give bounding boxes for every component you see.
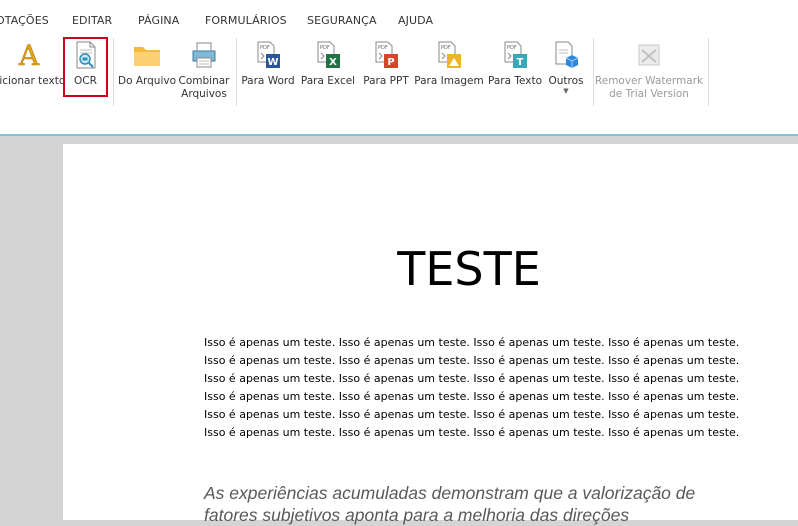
remove-watermark-line1: Remover Watermark: [594, 75, 704, 87]
ribbon-divider: [0, 134, 798, 136]
combine-files-button[interactable]: Combinar Arquivos: [178, 38, 230, 104]
quote-line: As experiências acumuladas demonstram qu…: [204, 483, 696, 503]
from-file-label: Do Arquivo: [117, 75, 177, 87]
svg-text:PDF: PDF: [378, 45, 388, 51]
paragraph-line: Isso é apenas um teste. Isso é apenas um…: [204, 354, 740, 367]
to-image-button[interactable]: PDF Para Imagem: [414, 38, 484, 104]
printer-icon: [190, 40, 218, 70]
menu-bar: OTAÇÕES EDITAR PÁGINA FORMULÁRIOS SEGURA…: [0, 0, 798, 36]
ribbon-separator: [708, 38, 709, 106]
svg-text:PDF: PDF: [260, 45, 270, 51]
paragraph-line: Isso é apenas um teste. Isso é apenas um…: [204, 372, 740, 385]
add-text-label: dicionar texto: [0, 75, 66, 87]
document-paragraph: Isso é apenas um teste. Isso é apenas um…: [204, 334, 798, 442]
text-a-icon: A: [15, 39, 43, 73]
document-quote: As experiências acumuladas demonstram qu…: [204, 482, 798, 526]
to-text-button[interactable]: PDF T Para Texto: [486, 38, 544, 104]
text-icon: PDF T: [501, 40, 529, 70]
from-file-button[interactable]: Do Arquivo: [118, 38, 176, 104]
ribbon-footer: [0, 108, 798, 134]
paragraph-line: Isso é apenas um teste. Isso é apenas um…: [204, 336, 740, 349]
paragraph-line: Isso é apenas um teste. Isso é apenas um…: [204, 390, 740, 403]
to-text-label: Para Texto: [487, 75, 543, 87]
svg-text:P: P: [387, 57, 394, 68]
menu-anotacoes[interactable]: OTAÇÕES: [0, 14, 49, 27]
powerpoint-icon: PDF P: [372, 40, 400, 70]
to-excel-button[interactable]: PDF X Para Excel: [300, 38, 356, 104]
combine-label-line2: Arquivos: [181, 88, 227, 100]
menu-pagina[interactable]: PÁGINA: [138, 14, 179, 27]
combine-label-line1: Combinar: [178, 75, 230, 87]
menu-editar[interactable]: EDITAR: [72, 14, 112, 27]
chevron-down-icon: ▼: [563, 87, 569, 95]
svg-text:X: X: [329, 57, 337, 68]
ribbon-separator: [113, 38, 114, 106]
ribbon-separator: [593, 38, 594, 106]
to-ppt-button[interactable]: PDF P Para PPT: [360, 38, 412, 104]
svg-text:PDF: PDF: [441, 45, 451, 51]
folder-icon: [133, 40, 161, 70]
others-icon: [552, 40, 580, 70]
remove-watermark-button[interactable]: Remover Watermark de Trial Version: [595, 38, 703, 104]
remove-watermark-icon: [635, 40, 663, 70]
to-word-label: Para Word: [241, 75, 295, 87]
paragraph-line: Isso é apenas um teste. Isso é apenas um…: [204, 408, 740, 421]
excel-icon: PDF X: [314, 40, 342, 70]
to-image-label: Para Imagem: [414, 75, 484, 87]
to-word-button[interactable]: PDF W Para Word: [240, 38, 296, 104]
document-page: TESTE Isso é apenas um teste. Isso é ape…: [63, 144, 798, 525]
svg-text:W: W: [267, 57, 278, 68]
remove-watermark-line2: de Trial Version: [609, 88, 689, 100]
paragraph-line: Isso é apenas um teste. Isso é apenas um…: [204, 426, 740, 439]
ocr-highlight-box: [63, 37, 108, 97]
quote-line: fatores subjetivos aponta para a melhori…: [204, 505, 630, 525]
remove-watermark-label: Remover Watermark de Trial Version: [595, 75, 703, 101]
svg-text:PDF: PDF: [320, 45, 330, 51]
svg-text:A: A: [18, 40, 40, 70]
others-button[interactable]: Outros ▼: [546, 38, 586, 104]
menu-ajuda[interactable]: AJUDA: [398, 14, 433, 27]
svg-text:T: T: [517, 57, 524, 68]
menu-formularios[interactable]: FORMULÁRIOS: [205, 14, 287, 27]
image-icon: PDF: [435, 40, 463, 70]
combine-files-label: Combinar Arquivos: [179, 75, 230, 101]
svg-text:PDF: PDF: [507, 45, 517, 51]
to-excel-label: Para Excel: [300, 75, 356, 87]
ribbon-separator: [236, 38, 237, 106]
word-icon: PDF W: [254, 40, 282, 70]
document-title: TESTE: [397, 242, 541, 296]
to-ppt-label: Para PPT: [363, 75, 409, 87]
add-text-button[interactable]: A dicionar texto: [0, 38, 66, 104]
menu-seguranca[interactable]: SEGURANÇA: [307, 14, 377, 27]
